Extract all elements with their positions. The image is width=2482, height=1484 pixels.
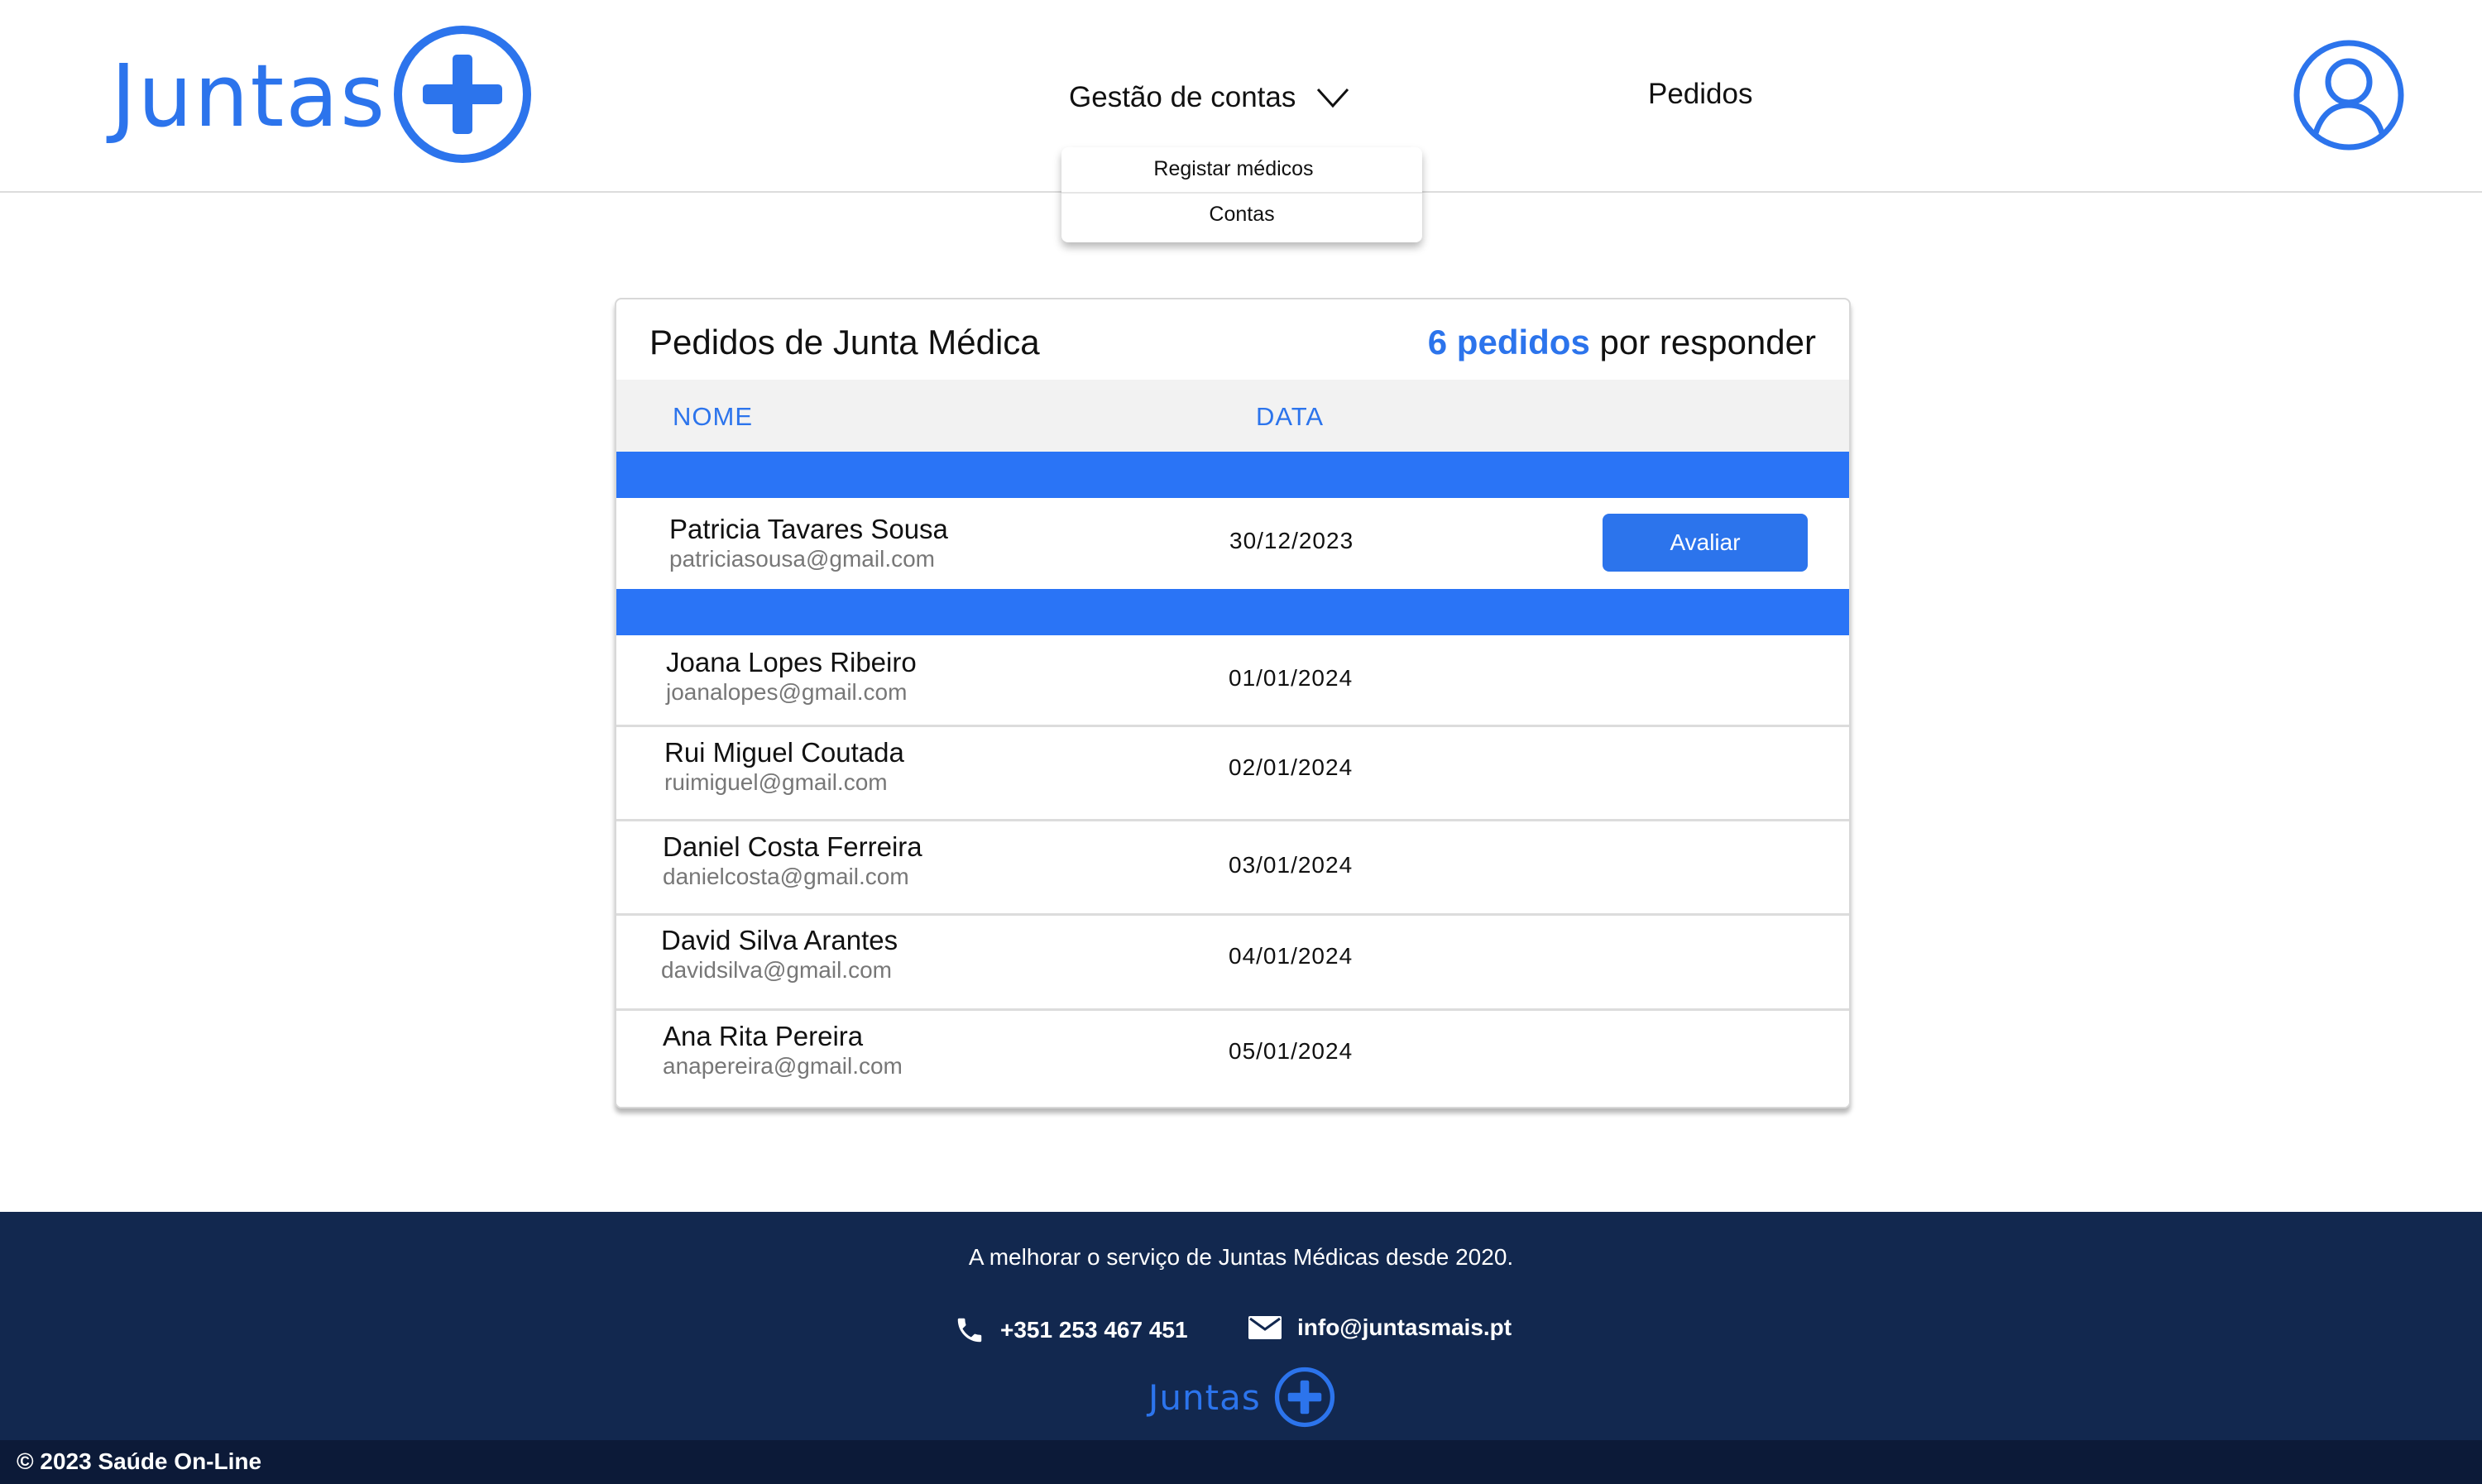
footer-logo-text: Juntas (1148, 1376, 1261, 1418)
pending-count-suffix: por responder (1589, 323, 1816, 361)
row-email: anapereira@gmail.com (663, 1053, 903, 1079)
chevron-down-icon (1317, 88, 1349, 108)
column-header-data: DATA (1256, 402, 1325, 431)
table-row[interactable]: Patricia Tavares Sousa patriciasousa@gma… (616, 498, 1849, 593)
table-row[interactable]: Joana Lopes Ribeiro joanalopes@gmail.com… (616, 635, 1849, 727)
pending-count: 6 pedidos por responder (1428, 323, 1816, 362)
row-date: 01/01/2024 (1229, 665, 1354, 691)
row-date: 30/12/2023 (1229, 528, 1354, 553)
column-header-nome: NOME (673, 402, 753, 431)
pedidos-card: Pedidos de Junta Médica 6 pedidos por re… (615, 298, 1851, 1108)
footer-email-text: info@juntasmais.pt (1297, 1314, 1512, 1340)
nav-gestao-label: Gestão de contas (1069, 81, 1296, 113)
footer-phone[interactable]: +351 253 467 451 (954, 1314, 1188, 1346)
menu-item-registar-medicos[interactable]: Registar médicos (1053, 157, 1414, 181)
table-row[interactable]: David Silva Arantes davidsilva@gmail.com… (616, 916, 1849, 1011)
footer-phone-text: +351 253 467 451 (1000, 1317, 1188, 1343)
site-footer: A melhorar o serviço de Juntas Médicas d… (0, 1212, 2482, 1440)
row-highlight-bar (616, 589, 1849, 635)
row-name: Rui Miguel Coutada (664, 737, 904, 768)
copyright-bar: © 2023 Saúde On-Line (0, 1440, 2482, 1484)
logo-text: Juntas (111, 45, 387, 146)
gestao-dropdown-menu: Registar médicos Contas (1061, 147, 1422, 242)
site-logo[interactable]: Juntas (111, 25, 531, 167)
nav-gestao-de-contas[interactable]: Gestão de contas (1069, 74, 1350, 121)
copyright-text: © 2023 Saúde On-Line (17, 1448, 262, 1474)
menu-divider (1061, 192, 1422, 194)
row-date: 02/01/2024 (1229, 754, 1354, 780)
card-title: Pedidos de Junta Médica (649, 323, 1040, 361)
row-name: Ana Rita Pereira (663, 1021, 864, 1051)
user-circle-icon[interactable] (2293, 39, 2405, 151)
table-row[interactable]: Daniel Costa Ferreira danielcosta@gmail.… (616, 821, 1849, 916)
table-row[interactable]: Ana Rita Pereira anapereira@gmail.com 05… (616, 1011, 1849, 1107)
menu-item-contas[interactable]: Contas (1061, 203, 1422, 227)
row-email: patriciasousa@gmail.com (669, 546, 935, 572)
row-email: davidsilva@gmail.com (661, 957, 892, 983)
row-email: joanalopes@gmail.com (666, 679, 908, 705)
avaliar-button[interactable]: Avaliar (1603, 514, 1808, 572)
row-name: David Silva Arantes (661, 925, 898, 955)
row-email: ruimiguel@gmail.com (664, 769, 888, 795)
row-name: Joana Lopes Ribeiro (666, 647, 917, 677)
footer-email[interactable]: info@juntasmais.pt (1248, 1314, 1512, 1341)
row-name: Patricia Tavares Sousa (669, 514, 948, 544)
row-date: 04/01/2024 (1229, 943, 1354, 969)
envelope-icon (1248, 1316, 1282, 1339)
plus-circle-icon (394, 26, 531, 163)
row-email: danielcosta@gmail.com (663, 864, 909, 889)
row-name: Daniel Costa Ferreira (663, 831, 922, 862)
footer-logo[interactable]: Juntas (1148, 1364, 1335, 1430)
row-date: 05/01/2024 (1229, 1038, 1354, 1064)
row-date: 03/01/2024 (1229, 852, 1354, 878)
footer-tagline: A melhorar o serviço de Juntas Médicas d… (968, 1244, 1514, 1270)
nav-pedidos[interactable]: Pedidos (1648, 78, 1752, 111)
pending-count-number: 6 pedidos (1427, 323, 1590, 361)
table-header: NOME DATA (616, 380, 1849, 452)
phone-icon (957, 1318, 982, 1343)
row-highlight-bar (616, 452, 1849, 498)
plus-circle-icon (1274, 1367, 1334, 1428)
table-row[interactable]: Rui Miguel Coutada ruimiguel@gmail.com 0… (616, 727, 1849, 821)
